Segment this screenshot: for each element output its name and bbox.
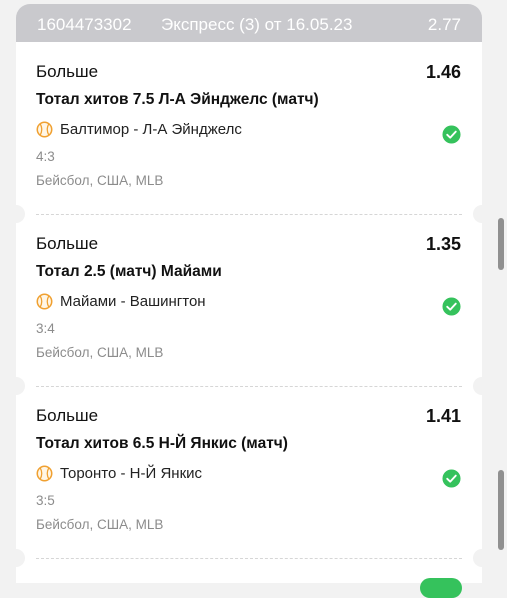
- bet-total-odds: 2.77: [427, 15, 461, 34]
- league-name: Бейсбол, США, MLB: [36, 517, 164, 532]
- check-circle-icon: [442, 125, 461, 144]
- check-circle-icon: [442, 297, 461, 316]
- scrollbar-thumb[interactable]: [498, 470, 504, 550]
- event-odds: 1.35: [425, 234, 461, 254]
- market-name: Тотал 2.5 (матч) Майами: [36, 263, 222, 280]
- market-name: Тотал хитов 7.5 Л-А Эйнджелс (матч): [36, 91, 319, 108]
- ticket-notch: [473, 205, 491, 223]
- ticket-notch: [7, 205, 25, 223]
- event-odds: 1.46: [425, 62, 461, 82]
- bet-title: Экспресс (3) от 16.05.23: [161, 15, 353, 34]
- match-row: Майами - Вашингтон: [36, 291, 206, 311]
- scrollbar-thumb[interactable]: [498, 218, 504, 270]
- match-row: Балтимор - Л-А Эйнджелс: [36, 119, 242, 139]
- event-card[interactable]: Больше 1.46 Тотал хитов 7.5 Л-А Эйнджелс…: [16, 42, 482, 214]
- divider: [36, 214, 462, 215]
- match-teams[interactable]: Торонто - Н-Й Янкис: [60, 465, 202, 482]
- bet-footer-card: [16, 558, 482, 583]
- league-name: Бейсбол, США, MLB: [36, 345, 164, 360]
- market-name: Тотал хитов 6.5 Н-Й Янкис (матч): [36, 435, 288, 452]
- match-score: 3:5: [36, 493, 55, 508]
- divider: [36, 558, 462, 559]
- baseball-icon: [36, 465, 53, 481]
- check-circle-icon: [442, 469, 461, 488]
- selection-label: Больше: [36, 406, 99, 425]
- event-card[interactable]: Больше 1.35 Тотал 2.5 (матч) Майами Майа…: [16, 214, 482, 386]
- match-score: 4:3: [36, 149, 55, 164]
- selection-label: Больше: [36, 62, 99, 81]
- ticket-notch: [7, 377, 25, 395]
- league-name: Бейсбол, США, MLB: [36, 173, 164, 188]
- baseball-icon: [36, 121, 53, 137]
- ticket-notch: [473, 377, 491, 395]
- action-button[interactable]: [420, 578, 462, 598]
- event-card[interactable]: Больше 1.41 Тотал хитов 6.5 Н-Й Янкис (м…: [16, 386, 482, 558]
- bet-header[interactable]: 1604473302 Экспресс (3) от 16.05.23 2.77: [16, 4, 482, 42]
- bet-id: 1604473302: [37, 15, 132, 34]
- match-row: Торонто - Н-Й Янкис: [36, 463, 202, 483]
- match-teams[interactable]: Майами - Вашингтон: [60, 293, 206, 310]
- match-teams[interactable]: Балтимор - Л-А Эйнджелс: [60, 121, 242, 138]
- selection-label: Больше: [36, 234, 99, 253]
- match-score: 3:4: [36, 321, 55, 336]
- baseball-icon: [36, 293, 53, 309]
- ticket-notch: [7, 549, 25, 567]
- event-odds: 1.41: [425, 406, 461, 426]
- ticket-notch: [473, 549, 491, 567]
- divider: [36, 386, 462, 387]
